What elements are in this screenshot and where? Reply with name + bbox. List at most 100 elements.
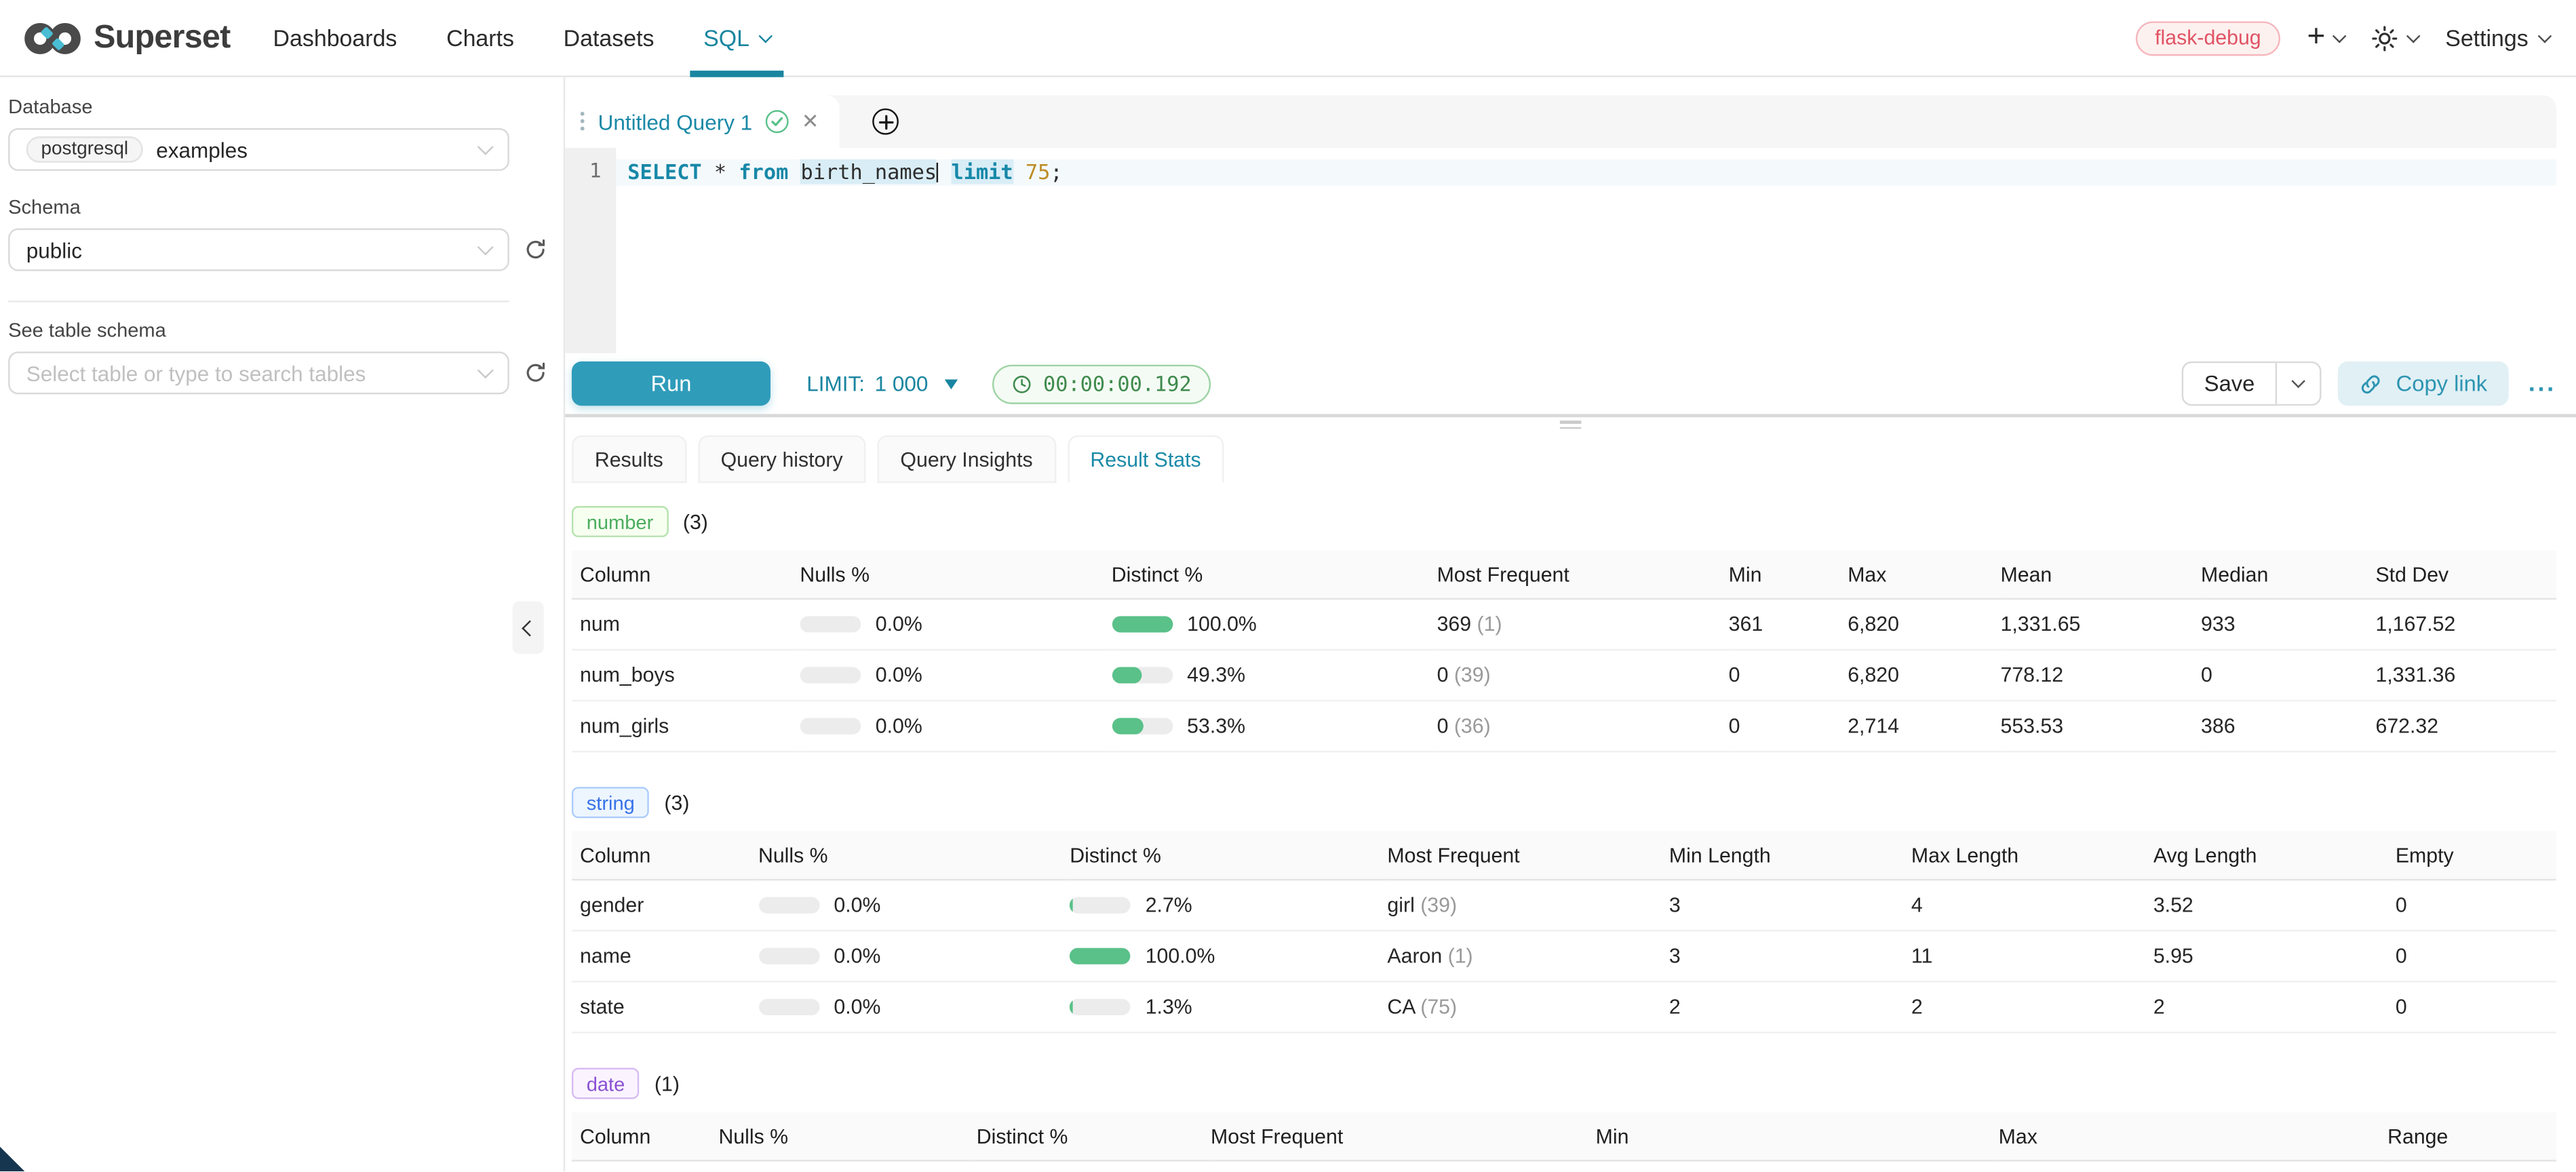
column-count: (3) [664,791,689,814]
workspace: Database postgresql examples Schema publ… [0,77,2576,1171]
stats-table: ColumnNulls %Distinct %Most FrequentMinM… [572,1112,2556,1171]
code-token: limit [951,159,1013,184]
distinct-pct-cell: 2.7% [1070,880,1387,931]
column-header: Column [572,550,800,598]
editor-toolbar: Run LIMIT: 1 000 00:00:00.192 Save [565,353,2576,414]
table-schema-label: See table schema [8,319,564,342]
theme-toggle[interactable] [2371,24,2419,52]
query-tab-title: Untitled Query 1 [598,109,753,134]
type-badge-string: string [572,787,650,818]
pct-label: 0.0% [876,612,922,636]
toolbar-right: Save Copy link ... [2181,362,2556,406]
nav-item-datasets[interactable]: Datasets [564,0,655,77]
code-token [788,159,800,184]
query-tab[interactable]: Untitled Query 1 ✕ [565,95,840,148]
stat-value-cell: 933 [2201,599,2375,650]
schema-select[interactable]: public [8,229,509,271]
code-token [726,159,739,184]
column-name-cell: state [572,981,758,1032]
plus-icon [879,114,894,129]
table-row: gender0.0%2.7%girl (39)343.520 [572,880,2556,931]
most-frequent-cell: 369 (1) [1437,599,1729,650]
stat-value-cell: 5.95 [2153,931,2396,981]
stat-value-cell: 1965-01-01T03:00:00.000Z [1596,1160,1999,1171]
most-frequent-count: (1) [1442,945,1472,968]
refresh-schemas-button[interactable] [524,238,547,261]
refresh-tables-button[interactable] [524,362,547,385]
progress-fill [1070,948,1131,964]
distinct-pct-cell: 1.3% [977,1160,1211,1171]
code-area[interactable]: SELECT * from birth_names limit 75; [616,148,2576,353]
database-select[interactable]: postgresql examples [8,128,509,171]
limit-dropdown[interactable]: LIMIT: 1 000 [806,371,958,395]
nav-item-charts[interactable]: Charts [446,0,514,77]
save-options-button[interactable] [2278,362,2322,406]
stats-table: ColumnNulls %Distinct %Most FrequentMinM… [572,550,2556,752]
stat-value-cell: 0 [2396,981,2556,1032]
copy-link-button[interactable]: Copy link [2339,362,2509,406]
nav-item-dashboards[interactable]: Dashboards [273,0,397,77]
column-header: Distinct % [1112,550,1437,598]
tab-query-history[interactable]: Query history [698,435,866,483]
database-value: examples [156,137,248,161]
column-name-cell: ds [572,1160,719,1171]
progress-bar [1112,667,1173,683]
column-header: Min [1729,550,1848,598]
result-tabs: ResultsQuery historyQuery InsightsResult… [565,435,2576,483]
pct-bar-group: 0.0% [800,612,1098,636]
main-nav: Dashboards Charts Datasets SQL [273,0,771,77]
pane-divider [565,414,2576,435]
section-header: string (3) [572,787,2556,818]
save-button[interactable]: Save [2181,362,2278,406]
editor-gutter: 1 [565,148,616,353]
chevron-left-icon [522,619,538,636]
column-name-cell: num [572,599,800,650]
brand-name: Superset [94,19,230,57]
chevron-down-icon [477,239,494,256]
code-token [939,159,951,184]
run-button[interactable]: Run [572,362,770,406]
type-badge-date: date [572,1068,640,1099]
distinct-pct-cell: 100.0% [1070,931,1387,981]
distinct-pct-cell: 49.3% [1112,650,1437,701]
progress-bar [758,897,819,914]
stat-value-cell: 0 [1729,701,1848,751]
stat-value-cell: 0 [2396,931,2556,981]
line-number: 1 [589,159,602,182]
table-select[interactable]: Select table or type to search tables [8,351,509,394]
pct-bar-group: 53.3% [1112,715,1424,738]
most-frequent-value: CA [1387,996,1414,1019]
progress-bar [758,999,819,1015]
sql-editor-panel: Untitled Query 1 ✕ 1 [564,77,2576,1171]
tab-results[interactable]: Results [572,435,686,483]
distinct-pct-cell: 100.0% [1112,599,1437,650]
column-header: Distinct % [1070,832,1387,880]
pct-bar-group: 100.0% [1070,945,1374,968]
nav-item-sql[interactable]: SQL [703,0,770,77]
collapse-sidebar-button[interactable] [513,602,544,655]
new-item-button[interactable]: + [2307,26,2345,50]
brand[interactable]: Superset [23,19,231,57]
more-actions-button[interactable]: ... [2529,375,2556,391]
code-token: from [739,159,788,184]
sql-code-editor[interactable]: 1 SELECT * from birth_names limit 75; [565,148,2576,353]
table-row: ds0.0%1.3%1965-01-01T00:00:00 (75)1965-0… [572,1160,2556,1171]
column-count: (1) [655,1072,680,1095]
stat-value-cell: 11 [1911,931,2153,981]
column-header: Empty [2396,832,2556,880]
settings-menu[interactable]: Settings [2445,24,2550,51]
nulls-pct-cell: 0.0% [718,1160,976,1171]
pct-label: 100.0% [1187,612,1257,636]
close-tab-icon[interactable]: ✕ [802,111,819,132]
progress-bar [800,718,861,734]
elapsed-time-badge: 00:00:00.192 [992,364,1211,404]
resize-grip[interactable] [1560,421,1581,432]
progress-bar [800,667,861,683]
settings-label: Settings [2445,24,2529,51]
table-row: num0.0%100.0%369 (1)3616,8201,331.659331… [572,599,2556,650]
tab-query-insights[interactable]: Query Insights [878,435,1056,483]
most-frequent-cell: 0 (39) [1437,650,1729,701]
column-header: Most Frequent [1387,832,1668,880]
column-header: Most Frequent [1211,1112,1596,1160]
tab-result-stats[interactable]: Result Stats [1068,435,1224,483]
